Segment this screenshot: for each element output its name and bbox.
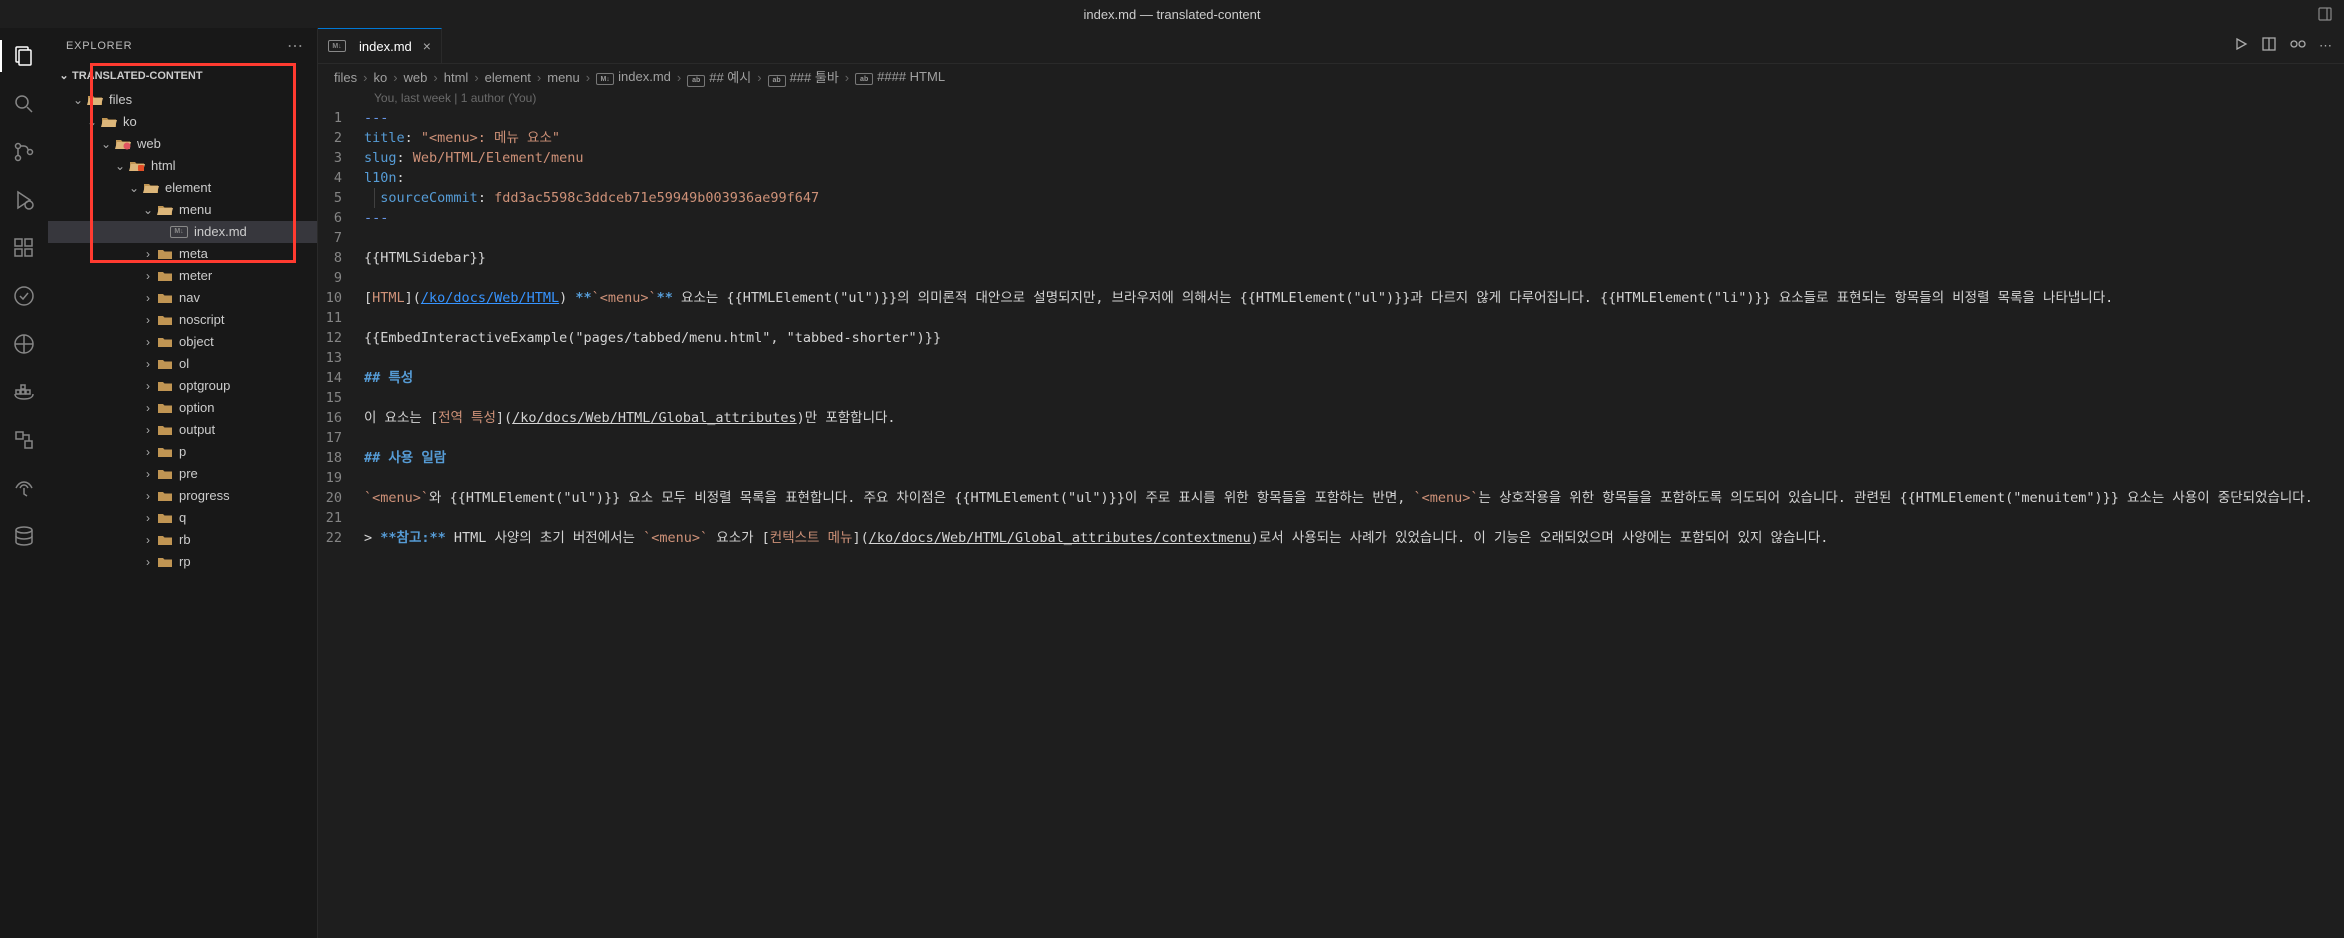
folder-icon bbox=[156, 444, 174, 460]
sidebar-title: EXPLORER bbox=[66, 40, 132, 52]
markdown-file-icon: M↓ bbox=[596, 73, 614, 85]
activity-bar bbox=[0, 28, 48, 938]
folder-icon bbox=[156, 378, 174, 394]
tabs: M↓ index.md × ⋯ bbox=[318, 28, 2344, 64]
tree-folder-progress[interactable]: progress bbox=[48, 485, 317, 507]
folder-icon bbox=[156, 246, 174, 262]
titlebar-title: index.md — translated-content bbox=[1083, 7, 1260, 22]
folder-web-icon bbox=[114, 136, 132, 152]
markdown-file-icon: M↓ bbox=[328, 40, 346, 52]
tree-folder-p[interactable]: p bbox=[48, 441, 317, 463]
git-blame: You, last week | 1 author (You) bbox=[318, 90, 2344, 108]
tree-folder-element[interactable]: element bbox=[48, 177, 317, 199]
tree-folder-ko[interactable]: ko bbox=[48, 111, 317, 133]
folder-html-icon bbox=[128, 158, 146, 174]
tree-folder-output[interactable]: output bbox=[48, 419, 317, 441]
breadcrumbs[interactable]: files› ko› web› html› element› menu› M↓i… bbox=[318, 64, 2344, 90]
folder-open-icon bbox=[100, 114, 118, 130]
folder-icon bbox=[156, 290, 174, 306]
tree-folder-noscript[interactable]: noscript bbox=[48, 309, 317, 331]
tab-index-md[interactable]: M↓ index.md × bbox=[318, 28, 442, 63]
folder-icon bbox=[156, 488, 174, 504]
tree-folder-pre[interactable]: pre bbox=[48, 463, 317, 485]
tab-label: index.md bbox=[359, 39, 412, 54]
tree-folder-rb[interactable]: rb bbox=[48, 529, 317, 551]
code-editor[interactable]: 1--- 2title: "<menu>: 메뉴 요소" 3slug: Web/… bbox=[318, 108, 2344, 938]
layout-icon[interactable] bbox=[2316, 5, 2334, 23]
folder-icon bbox=[156, 510, 174, 526]
folder-icon bbox=[156, 554, 174, 570]
close-icon[interactable]: × bbox=[423, 38, 431, 54]
folder-icon bbox=[156, 312, 174, 328]
activity-item-9[interactable] bbox=[0, 420, 48, 460]
tree-folder-q[interactable]: q bbox=[48, 507, 317, 529]
tree-folder-ol[interactable]: ol bbox=[48, 353, 317, 375]
folder-icon bbox=[156, 334, 174, 350]
heading-icon: ab bbox=[768, 75, 786, 87]
folder-open-icon bbox=[86, 92, 104, 108]
tree-folder-web[interactable]: web bbox=[48, 133, 317, 155]
tree-section-header[interactable]: ⌄ TRANSLATED-CONTENT bbox=[48, 63, 317, 89]
tree-folder-meta[interactable]: meta bbox=[48, 243, 317, 265]
tree-folder-files[interactable]: files bbox=[48, 89, 317, 111]
tree-folder-nav[interactable]: nav bbox=[48, 287, 317, 309]
folder-icon bbox=[156, 400, 174, 416]
activity-source-control[interactable] bbox=[0, 132, 48, 172]
run-icon[interactable] bbox=[2233, 36, 2249, 55]
folder-open-icon bbox=[142, 180, 160, 196]
activity-extensions[interactable] bbox=[0, 228, 48, 268]
activity-explorer[interactable] bbox=[0, 36, 48, 76]
tree-folder-html[interactable]: html bbox=[48, 155, 317, 177]
activity-search[interactable] bbox=[0, 84, 48, 124]
split-editor-icon[interactable] bbox=[2261, 36, 2277, 55]
tree-folder-menu[interactable]: menu bbox=[48, 199, 317, 221]
sidebar-more-icon[interactable]: ⋯ bbox=[287, 36, 303, 56]
editor-area: M↓ index.md × ⋯ files› ko› web› html› el… bbox=[318, 28, 2344, 938]
sidebar-header: EXPLORER ⋯ bbox=[48, 28, 317, 63]
more-icon[interactable]: ⋯ bbox=[2319, 38, 2332, 54]
titlebar: index.md — translated-content bbox=[0, 0, 2344, 28]
activity-docker[interactable] bbox=[0, 372, 48, 412]
activity-debug[interactable] bbox=[0, 180, 48, 220]
markdown-file-icon: M↓ bbox=[170, 226, 188, 238]
tree-folder-rp[interactable]: rp bbox=[48, 551, 317, 573]
folder-icon bbox=[156, 268, 174, 284]
file-tree: ⌄ TRANSLATED-CONTENT files ko web bbox=[48, 63, 317, 573]
activity-remote[interactable] bbox=[0, 324, 48, 364]
tree-folder-meter[interactable]: meter bbox=[48, 265, 317, 287]
activity-item-10[interactable] bbox=[0, 468, 48, 508]
folder-icon bbox=[156, 532, 174, 548]
folder-open-icon bbox=[156, 202, 174, 218]
folder-icon bbox=[156, 422, 174, 438]
diff-icon[interactable] bbox=[2289, 36, 2307, 55]
tree-section-title: TRANSLATED-CONTENT bbox=[72, 65, 203, 87]
tree-folder-option[interactable]: option bbox=[48, 397, 317, 419]
heading-icon: ab bbox=[687, 75, 705, 87]
heading-icon: ab bbox=[855, 73, 873, 85]
tree-folder-optgroup[interactable]: optgroup bbox=[48, 375, 317, 397]
folder-icon bbox=[156, 466, 174, 482]
folder-icon bbox=[156, 356, 174, 372]
tree-folder-object[interactable]: object bbox=[48, 331, 317, 353]
sidebar: EXPLORER ⋯ ⌄ TRANSLATED-CONTENT files ko bbox=[48, 28, 318, 938]
activity-database[interactable] bbox=[0, 516, 48, 556]
tree-file-index[interactable]: M↓ index.md bbox=[48, 221, 317, 243]
activity-item-6[interactable] bbox=[0, 276, 48, 316]
